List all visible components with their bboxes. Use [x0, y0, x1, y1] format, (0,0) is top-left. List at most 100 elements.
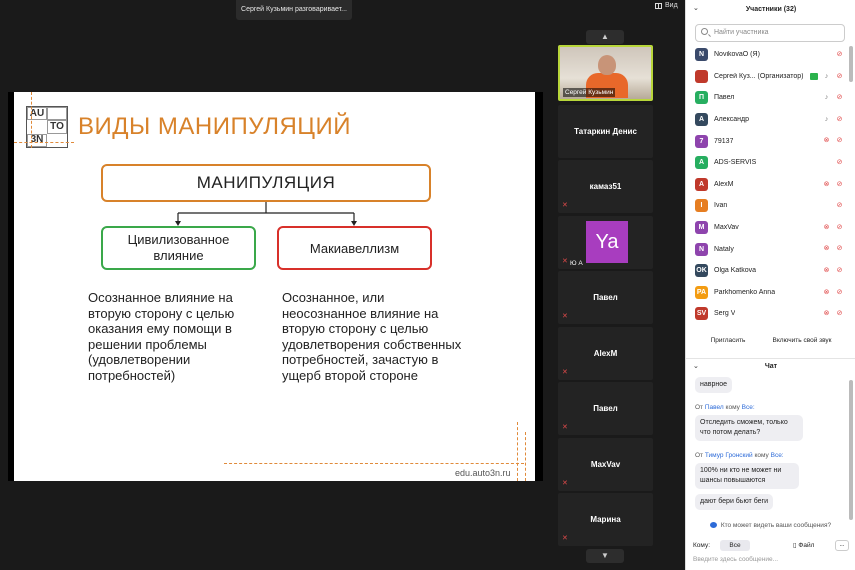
participants-title: Участники (32) — [745, 5, 797, 13]
participant-status-icons: ⊗ ⊘ — [822, 309, 844, 318]
participant-row[interactable]: Сергей Куз... (Организатор) ♪ ⊘ — [686, 66, 855, 88]
mic-off-icon: ✕ — [562, 369, 568, 376]
recipient-name: Все: — [770, 452, 784, 459]
participant-status-icons: ⊗ ⊘ — [822, 136, 844, 145]
participant-row[interactable]: M MaxVav ⊗ ⊘ — [686, 217, 855, 239]
gallery-up-button[interactable]: ▲ — [586, 30, 624, 44]
civilized-description: Осознанное влияние на вторую сторону с ц… — [88, 290, 235, 383]
recipient-select[interactable]: Все — [720, 540, 750, 551]
avatar: Ya — [586, 221, 628, 263]
from-prefix: От — [695, 452, 704, 459]
file-label: Файл — [798, 542, 815, 549]
chevron-down-icon: ▼ — [601, 551, 609, 560]
gallery-down-button[interactable]: ▼ — [586, 549, 624, 563]
avatar: PA — [695, 285, 708, 299]
participant-row[interactable]: N Nataly ⊗ ⊘ — [686, 238, 855, 260]
participant-row[interactable]: OK Olga Katkova ⊗ ⊘ — [686, 260, 855, 282]
participant-row[interactable]: П Павел ♪ ⊘ — [686, 87, 855, 109]
camera-off-icon: ⊘ — [836, 202, 843, 210]
mic-off-icon: ⊗ — [823, 180, 830, 188]
active-speaker-banner: Сергей Кузьмин разговаривает... — [236, 0, 352, 20]
video-tile[interactable]: камаз51 ✕ — [558, 160, 653, 213]
video-tile[interactable]: Марина ✕ — [558, 493, 653, 546]
participant-name: 79137 — [714, 137, 734, 145]
participant-status-icons: ⊗ ⊘ — [822, 266, 844, 275]
shared-screen: AU TO 3N ВИДЫ МАНИПУЛЯЦИЙ МАНИПУЛЯЦИЯ Ци… — [8, 92, 543, 481]
camera-off-icon: ⊘ — [836, 310, 843, 318]
mic-off-icon: ⊗ — [823, 223, 830, 231]
chat-message: наврное — [695, 377, 733, 393]
camera-off-icon: ⊘ — [836, 223, 843, 231]
participant-row[interactable]: А Александр ♪ ⊘ — [686, 109, 855, 131]
chat-input[interactable]: Введите здесь сообщение... — [693, 556, 778, 563]
civilized-influence-box: Цивилизованное влияние — [101, 226, 256, 270]
participant-row[interactable]: I Ivan ⊘ — [686, 195, 855, 217]
chat-title: Чат — [764, 363, 778, 370]
video-tile[interactable]: Павел ✕ — [558, 382, 653, 435]
search-placeholder: Найти участника — [714, 29, 769, 36]
avatar: П — [695, 91, 708, 105]
participant-name: NovikovaO (Я) — [714, 51, 760, 59]
mic-off-icon: ✕ — [562, 202, 568, 209]
file-button[interactable]: ▯ Файл — [793, 541, 814, 549]
participant-row[interactable]: A AlexM ⊗ ⊘ — [686, 174, 855, 196]
video-tile[interactable]: Павел ✕ — [558, 271, 653, 324]
chat-sender-line: От Павел кому Все: — [695, 404, 755, 411]
collapse-chevron-icon[interactable]: ⌄ — [693, 359, 699, 375]
avatar: SV — [695, 307, 708, 321]
participant-name: Александр — [714, 116, 750, 124]
chat-sender-line: От Тимур Гронский кому Все: — [695, 452, 784, 459]
file-icon: ▯ — [793, 542, 797, 549]
camera-off-icon: ⊘ — [836, 137, 843, 145]
participant-row[interactable]: A ADS-SERVIS ⊘ — [686, 152, 855, 174]
participant-row[interactable]: SV Serg V ⊗ ⊘ — [686, 303, 855, 325]
participant-row[interactable]: PA Parkhomenko Anna ⊗ ⊘ — [686, 282, 855, 304]
who-can-see-link[interactable]: Кто может видеть ваши сообщения? — [710, 522, 831, 529]
video-tile[interactable]: MaxVav ✕ — [558, 438, 653, 491]
video-tile-host[interactable]: Сергей Кузьмин — [558, 45, 653, 101]
invite-button[interactable]: Пригласить — [701, 334, 755, 348]
from-mid: кому — [725, 404, 740, 411]
chat-message: Отследить сможем, только что потом делат… — [695, 415, 803, 441]
mic-off-icon: ⊗ — [823, 245, 830, 253]
mic-on-icon: ♪ — [824, 72, 829, 80]
participant-row[interactable]: N NovikovaO (Я) ⊘ — [686, 44, 855, 66]
participant-search-input[interactable]: Найти участника — [695, 24, 845, 42]
video-tile[interactable]: AlexM ✕ — [558, 327, 653, 380]
sender-name: Тимур Гронский — [704, 452, 753, 459]
mic-off-icon: ⊗ — [823, 310, 830, 318]
more-options-button[interactable]: ... — [835, 540, 849, 551]
person-head — [598, 55, 616, 75]
video-tile[interactable]: Ya ✕ Ю А — [558, 216, 653, 269]
participant-status-icons: ⊗ ⊘ — [822, 288, 844, 297]
avatar — [695, 69, 708, 83]
eye-icon — [710, 522, 717, 528]
chat-recipient-row: Кому: Все ▯ Файл ... — [693, 540, 853, 552]
camera-off-icon: ⊘ — [836, 245, 843, 253]
tile-name: Павел — [593, 293, 618, 302]
mic-off-icon: ✕ — [562, 313, 568, 320]
participant-row[interactable]: 7 79137 ⊗ ⊘ — [686, 130, 855, 152]
view-button[interactable]: Вид — [655, 2, 678, 9]
collapse-chevron-icon[interactable]: ⌄ — [693, 4, 699, 12]
camera-off-icon: ⊘ — [836, 72, 843, 80]
camera-off-icon: ⊘ — [836, 288, 843, 296]
video-tile[interactable]: Татаркин Денис — [558, 105, 653, 158]
chat-scrollbar[interactable] — [849, 380, 853, 520]
unmute-self-button[interactable]: Включить свой звук — [766, 334, 838, 348]
machiavellianism-description: Осознанное, или неосознанное влияние на … — [282, 290, 462, 383]
avatar: A — [695, 156, 708, 170]
participant-status-icons: ♪ ⊘ — [822, 115, 844, 124]
participant-status-icons: ⊗ ⊘ — [822, 180, 844, 189]
from-prefix: От — [695, 404, 704, 411]
video-tile-label: Сергей Кузьмин — [563, 88, 616, 97]
participant-name: Parkhomenko Anna — [714, 288, 776, 296]
sender-name: Павел — [704, 404, 724, 411]
participant-status-icons: ⊘ — [835, 201, 844, 210]
chat-message: дают бери бьют беги — [695, 494, 773, 510]
recipient-name: Все: — [741, 404, 755, 411]
mic-off-icon: ✕ — [562, 480, 568, 487]
mic-on-icon: ♪ — [824, 115, 829, 123]
mic-off-icon: ⊗ — [823, 266, 830, 274]
camera-off-icon: ⊘ — [836, 94, 843, 102]
